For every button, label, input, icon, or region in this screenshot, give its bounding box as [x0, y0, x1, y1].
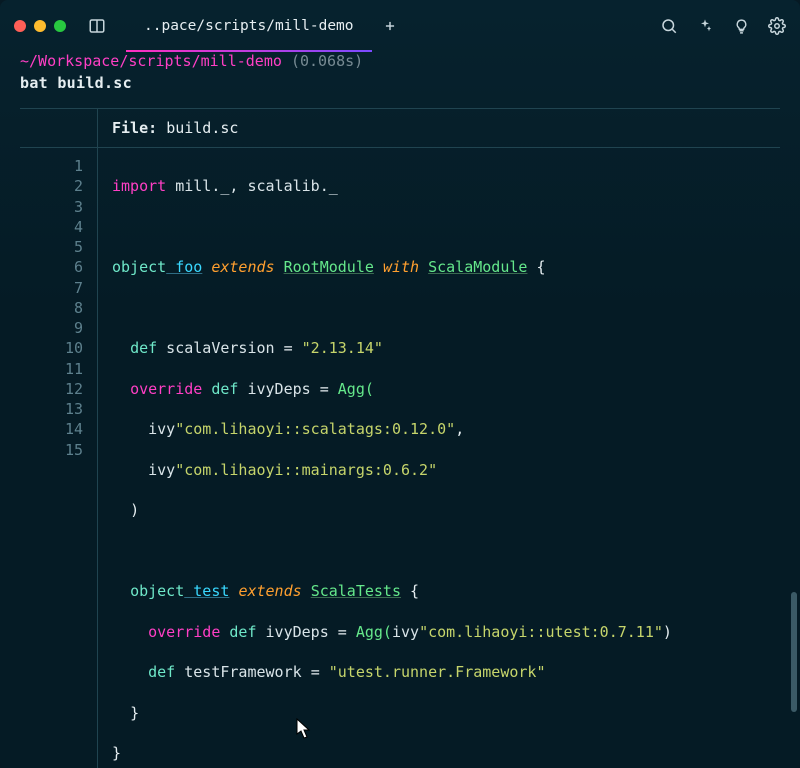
titlebar-actions	[660, 17, 786, 35]
window-controls	[14, 20, 66, 32]
file-header-label: File: build.sc	[98, 109, 238, 147]
line-number-gutter: 123456789101112131415	[20, 148, 98, 768]
close-window-button[interactable]	[14, 20, 26, 32]
gear-icon[interactable]	[768, 17, 786, 35]
sparkle-icon[interactable]	[696, 17, 714, 35]
split-pane-icon[interactable]	[88, 17, 106, 35]
code-content: import mill._, scalalib._ object foo ext…	[98, 148, 676, 768]
tab-title: ..pace/scripts/mill-demo	[144, 18, 354, 34]
tab-strip: ..pace/scripts/mill-demo	[126, 0, 652, 52]
lightbulb-icon[interactable]	[732, 17, 750, 35]
prompt-timing: (0.068s)	[291, 52, 363, 70]
new-tab-button[interactable]	[372, 0, 408, 52]
fullscreen-window-button[interactable]	[54, 20, 66, 32]
prompt-line-1: ~/Workspace/scripts/mill-demo (0.068s)	[20, 52, 780, 70]
terminal-window: ..pace/scripts/mill-demo ~/Workspace/scr…	[0, 0, 800, 768]
search-icon[interactable]	[660, 17, 678, 35]
prompt-path: ~/Workspace/scripts/mill-demo	[20, 52, 282, 70]
terminal-body[interactable]: ~/Workspace/scripts/mill-demo (0.068s) b…	[0, 52, 800, 768]
command-line-1: bat build.sc	[20, 74, 780, 92]
minimize-window-button[interactable]	[34, 20, 46, 32]
titlebar: ..pace/scripts/mill-demo	[0, 0, 800, 52]
bat-file-header: File: build.sc	[20, 109, 780, 148]
tab-mill-demo[interactable]: ..pace/scripts/mill-demo	[126, 0, 372, 52]
gutter-header	[20, 109, 98, 147]
bat-output: 123456789101112131415 import mill._, sca…	[20, 148, 780, 768]
scrollbar-thumb[interactable]	[791, 592, 797, 712]
